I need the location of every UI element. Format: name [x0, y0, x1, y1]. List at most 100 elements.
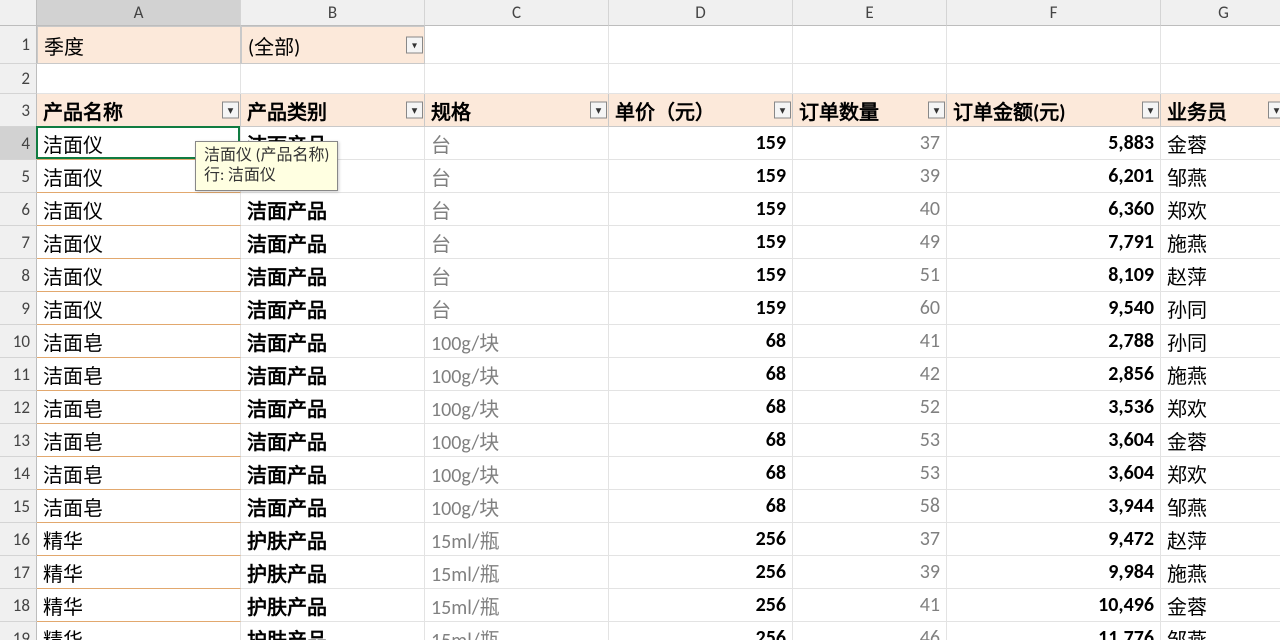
col-header-G[interactable]: G: [1161, 0, 1280, 26]
cell-C13[interactable]: 100g/块: [425, 424, 609, 457]
cell-D15[interactable]: 68: [609, 490, 793, 523]
cell-F12[interactable]: 3,536: [947, 391, 1161, 424]
cell-E13[interactable]: 53: [793, 424, 947, 457]
cell-F19[interactable]: 11,776: [947, 622, 1161, 640]
cell-F9[interactable]: 9,540: [947, 292, 1161, 325]
cell-D9[interactable]: 159: [609, 292, 793, 325]
cell-G9[interactable]: 孙同: [1161, 292, 1280, 325]
cell-F4[interactable]: 5,883: [947, 127, 1161, 160]
cell-D1[interactable]: [609, 26, 793, 64]
filter-dropdown-icon[interactable]: ▾: [774, 102, 791, 119]
cell-A19[interactable]: 精华: [37, 622, 241, 640]
cell-D11[interactable]: 68: [609, 358, 793, 391]
cell-D10[interactable]: 68: [609, 325, 793, 358]
cell-D18[interactable]: 256: [609, 589, 793, 622]
cell-E19[interactable]: 46: [793, 622, 947, 640]
cell-G7[interactable]: 施燕: [1161, 226, 1280, 259]
cell-E2[interactable]: [793, 64, 947, 94]
row-header-18[interactable]: 18: [0, 589, 37, 622]
cell-A14[interactable]: 洁面皂: [37, 457, 241, 490]
select-all-corner[interactable]: [0, 0, 37, 26]
filter-dropdown-icon[interactable]: ▾: [1142, 102, 1159, 119]
cell-F14[interactable]: 3,604: [947, 457, 1161, 490]
cell-A13[interactable]: 洁面皂: [37, 424, 241, 457]
cell-B9[interactable]: 洁面产品: [241, 292, 425, 325]
cell-D7[interactable]: 159: [609, 226, 793, 259]
cell-D5[interactable]: 159: [609, 160, 793, 193]
cell-B7[interactable]: 洁面产品: [241, 226, 425, 259]
cell-C10[interactable]: 100g/块: [425, 325, 609, 358]
cell-F11[interactable]: 2,856: [947, 358, 1161, 391]
cell-A17[interactable]: 精华: [37, 556, 241, 589]
cell-E4[interactable]: 37: [793, 127, 947, 160]
cell-C4[interactable]: 台: [425, 127, 609, 160]
pivot-column-header-0[interactable]: 产品名称▾: [37, 94, 241, 127]
filter-dropdown-icon[interactable]: ▾: [928, 102, 945, 119]
cell-F5[interactable]: 6,201: [947, 160, 1161, 193]
pivot-column-header-6[interactable]: 业务员▾: [1161, 94, 1280, 127]
cell-E10[interactable]: 41: [793, 325, 947, 358]
col-header-A[interactable]: A: [37, 0, 241, 26]
cell-E15[interactable]: 58: [793, 490, 947, 523]
cell-F1[interactable]: [947, 26, 1161, 64]
cell-D12[interactable]: 68: [609, 391, 793, 424]
cell-G13[interactable]: 金蓉: [1161, 424, 1280, 457]
row-header-15[interactable]: 15: [0, 490, 37, 523]
cell-A2[interactable]: [37, 64, 241, 94]
cell-C2[interactable]: [425, 64, 609, 94]
cell-B15[interactable]: 洁面产品: [241, 490, 425, 523]
cell-C18[interactable]: 15ml/瓶: [425, 589, 609, 622]
row-header-12[interactable]: 12: [0, 391, 37, 424]
cell-G6[interactable]: 郑欢: [1161, 193, 1280, 226]
cell-C9[interactable]: 台: [425, 292, 609, 325]
cell-A12[interactable]: 洁面皂: [37, 391, 241, 424]
cell-D14[interactable]: 68: [609, 457, 793, 490]
cell-G4[interactable]: 金蓉: [1161, 127, 1280, 160]
cell-C7[interactable]: 台: [425, 226, 609, 259]
cell-B16[interactable]: 护肤产品: [241, 523, 425, 556]
cell-E11[interactable]: 42: [793, 358, 947, 391]
cell-C8[interactable]: 台: [425, 259, 609, 292]
cell-C11[interactable]: 100g/块: [425, 358, 609, 391]
pivot-column-header-1[interactable]: 产品类别▾: [241, 94, 425, 127]
cell-C5[interactable]: 台: [425, 160, 609, 193]
filter-dropdown-icon[interactable]: ▾: [406, 102, 423, 119]
cell-A15[interactable]: 洁面皂: [37, 490, 241, 523]
cell-E9[interactable]: 60: [793, 292, 947, 325]
cell-G12[interactable]: 郑欢: [1161, 391, 1280, 424]
cell-G5[interactable]: 邹燕: [1161, 160, 1280, 193]
cell-B13[interactable]: 洁面产品: [241, 424, 425, 457]
cell-F13[interactable]: 3,604: [947, 424, 1161, 457]
row-header-8[interactable]: 8: [0, 259, 37, 292]
cell-E12[interactable]: 52: [793, 391, 947, 424]
cell-G15[interactable]: 邹燕: [1161, 490, 1280, 523]
cell-D2[interactable]: [609, 64, 793, 94]
cell-F2[interactable]: [947, 64, 1161, 94]
cell-F17[interactable]: 9,984: [947, 556, 1161, 589]
cell-G1[interactable]: [1161, 26, 1280, 64]
cell-A7[interactable]: 洁面仪: [37, 226, 241, 259]
col-header-E[interactable]: E: [793, 0, 947, 26]
col-header-B[interactable]: B: [241, 0, 425, 26]
cell-C14[interactable]: 100g/块: [425, 457, 609, 490]
cell-D17[interactable]: 256: [609, 556, 793, 589]
cell-B2[interactable]: [241, 64, 425, 94]
cell-E6[interactable]: 40: [793, 193, 947, 226]
cell-E8[interactable]: 51: [793, 259, 947, 292]
cell-G10[interactable]: 孙同: [1161, 325, 1280, 358]
cell-G2[interactable]: [1161, 64, 1280, 94]
cell-C6[interactable]: 台: [425, 193, 609, 226]
cell-D16[interactable]: 256: [609, 523, 793, 556]
cell-E7[interactable]: 49: [793, 226, 947, 259]
filter-dropdown-icon[interactable]: ▾: [1268, 102, 1280, 119]
cell-F16[interactable]: 9,472: [947, 523, 1161, 556]
cell-G17[interactable]: 施燕: [1161, 556, 1280, 589]
cell-A16[interactable]: 精华: [37, 523, 241, 556]
cell-D19[interactable]: 256: [609, 622, 793, 640]
filter-dropdown-icon[interactable]: ▾: [222, 102, 239, 119]
row-header-19[interactable]: 19: [0, 622, 37, 640]
cell-B17[interactable]: 护肤产品: [241, 556, 425, 589]
cell-C17[interactable]: 15ml/瓶: [425, 556, 609, 589]
row-header-9[interactable]: 9: [0, 292, 37, 325]
cell-G8[interactable]: 赵萍: [1161, 259, 1280, 292]
